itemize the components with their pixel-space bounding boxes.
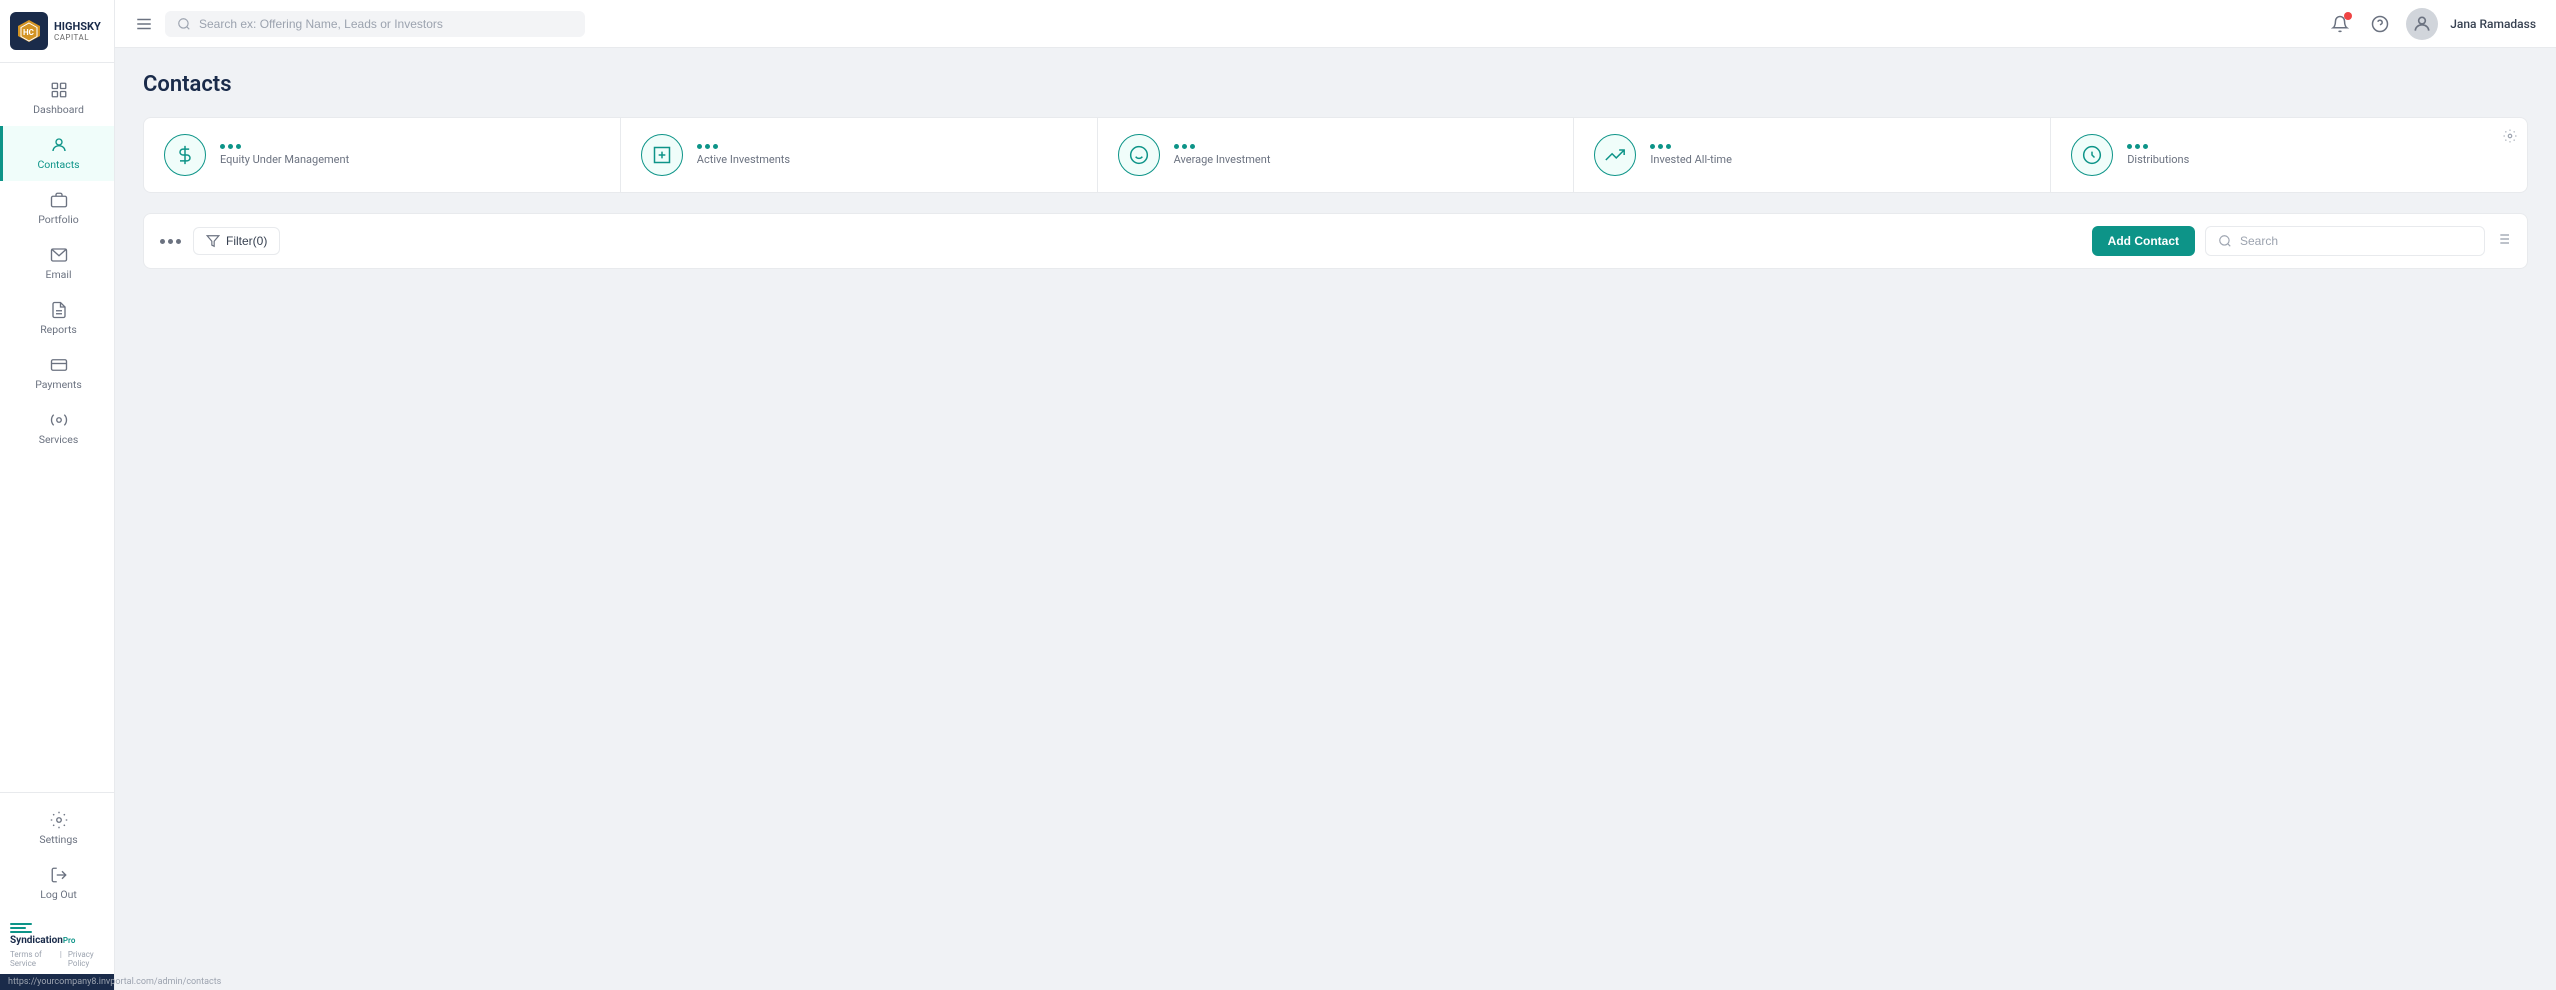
sidebar-item-reports[interactable]: Reports bbox=[0, 291, 114, 346]
privacy-link[interactable]: Privacy Policy bbox=[68, 950, 104, 968]
equity-label: Equity Under Management bbox=[220, 153, 600, 166]
sidebar-item-contacts[interactable]: Contacts bbox=[0, 126, 114, 181]
avatar[interactable] bbox=[2406, 8, 2438, 40]
syndication-brand: SyndicationPro bbox=[10, 935, 75, 946]
contacts-search-input[interactable] bbox=[2240, 234, 2472, 248]
distributions-info: Distributions bbox=[2127, 144, 2507, 166]
sidebar-item-payments[interactable]: Payments bbox=[0, 346, 114, 401]
terms-link[interactable]: Terms of Service bbox=[10, 950, 54, 968]
filter-options-icon[interactable] bbox=[160, 239, 181, 244]
sidebar: HC HIGHSKY capital Dashboard Contacts bbox=[0, 0, 115, 990]
username[interactable]: Jana Ramadass bbox=[2450, 17, 2536, 31]
equity-info: Equity Under Management bbox=[220, 144, 600, 166]
sidebar-item-settings[interactable]: Settings bbox=[0, 801, 114, 856]
search-icon bbox=[177, 17, 191, 31]
sidebar-item-email[interactable]: Email bbox=[0, 236, 114, 291]
contacts-search[interactable] bbox=[2205, 226, 2485, 256]
url-bar: https://yourcompany8.invportal.com/admin… bbox=[0, 974, 114, 990]
distributions-icon bbox=[2071, 134, 2113, 176]
invested-label: Invested All-time bbox=[1650, 153, 2030, 166]
active-label: Active Investments bbox=[697, 153, 1077, 166]
sidebar-footer: SyndicationPro Terms of Service | Privac… bbox=[0, 915, 114, 972]
active-dots bbox=[697, 144, 1077, 149]
active-icon bbox=[641, 134, 683, 176]
syndication-icon bbox=[10, 923, 32, 933]
sidebar-item-logout[interactable]: Log Out bbox=[0, 856, 114, 911]
sidebar-bottom: Settings Log Out bbox=[0, 792, 114, 915]
active-info: Active Investments bbox=[697, 144, 1077, 166]
contacts-search-icon bbox=[2218, 234, 2232, 248]
footer-links: Terms of Service | Privacy Policy bbox=[10, 950, 104, 968]
menu-icon[interactable] bbox=[135, 15, 153, 33]
stat-equity: Equity Under Management bbox=[144, 118, 621, 192]
topnav: Jana Ramadass bbox=[115, 0, 2556, 48]
empty-content-area bbox=[143, 269, 2528, 669]
equity-dots bbox=[220, 144, 600, 149]
sidebar-navigation: Dashboard Contacts Portfolio Email bbox=[0, 63, 114, 792]
filter-right-actions: Add Contact bbox=[2092, 226, 2511, 256]
average-info: Average Investment bbox=[1174, 144, 1554, 166]
notification-badge bbox=[2344, 12, 2352, 20]
syndication-logo[interactable]: SyndicationPro bbox=[10, 923, 104, 946]
stat-invested: Invested All-time bbox=[1574, 118, 2051, 192]
add-contact-button[interactable]: Add Contact bbox=[2092, 226, 2195, 256]
sidebar-item-services[interactable]: Services bbox=[0, 401, 114, 456]
invested-info: Invested All-time bbox=[1650, 144, 2030, 166]
average-dots bbox=[1174, 144, 1554, 149]
distributions-dots bbox=[2127, 144, 2507, 149]
main-wrapper: Jana Ramadass Contacts Equity Under Mana… bbox=[115, 0, 2556, 990]
sidebar-item-dashboard[interactable]: Dashboard bbox=[0, 71, 114, 126]
invested-icon bbox=[1594, 134, 1636, 176]
global-search-input[interactable] bbox=[199, 17, 573, 31]
equity-icon bbox=[164, 134, 206, 176]
help-icon[interactable] bbox=[2366, 10, 2394, 38]
logo-icon: HC bbox=[10, 12, 48, 50]
svg-text:HC: HC bbox=[23, 28, 34, 37]
sidebar-item-portfolio[interactable]: Portfolio bbox=[0, 181, 114, 236]
topnav-right: Jana Ramadass bbox=[2326, 8, 2536, 40]
invested-dots bbox=[1650, 144, 2030, 149]
global-search[interactable] bbox=[165, 11, 585, 37]
settings-gear-icon[interactable] bbox=[2503, 128, 2517, 147]
stat-distributions: Distributions bbox=[2051, 118, 2527, 192]
stat-active: Active Investments bbox=[621, 118, 1098, 192]
filter-icon bbox=[206, 234, 220, 248]
average-label: Average Investment bbox=[1174, 153, 1554, 166]
filter-bar: Filter(0) Add Contact bbox=[143, 213, 2528, 269]
main-content: Contacts Equity Under Management bbox=[115, 48, 2556, 990]
page-title: Contacts bbox=[143, 72, 2528, 97]
filter-button[interactable]: Filter(0) bbox=[193, 227, 280, 255]
notifications-icon[interactable] bbox=[2326, 10, 2354, 38]
stats-row: Equity Under Management Active Investmen… bbox=[143, 117, 2528, 193]
list-view-icon[interactable] bbox=[2495, 231, 2511, 251]
stat-average: Average Investment bbox=[1098, 118, 1575, 192]
logo[interactable]: HC HIGHSKY capital bbox=[0, 0, 114, 63]
average-icon bbox=[1118, 134, 1160, 176]
distributions-label: Distributions bbox=[2127, 153, 2507, 166]
logo-text: HIGHSKY capital bbox=[54, 20, 101, 42]
